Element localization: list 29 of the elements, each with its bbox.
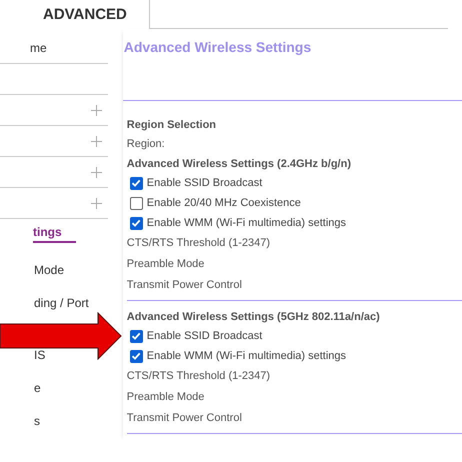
- checkbox-label: Enable SSID Broadcast: [146, 176, 262, 191]
- setting-label: CTS/RTS Threshold (1-2347): [126, 369, 272, 384]
- sidebar-item[interactable]: Mode: [34, 261, 64, 279]
- checkbox[interactable]: [130, 216, 143, 230]
- sidebar-item[interactable]: tings: [33, 223, 76, 243]
- setting-label: Transmit Power Control: [126, 278, 243, 294]
- section-heading: Region Selection: [126, 118, 218, 133]
- checkbox[interactable]: [130, 350, 143, 362]
- setting-label: Preamble Mode: [126, 390, 206, 406]
- checkbox[interactable]: [130, 330, 143, 342]
- arrow-icon: [0, 312, 122, 360]
- checkbox-label: Enable 20/40 MHz Coexistence: [146, 196, 301, 211]
- sidebar-item[interactable]: IS: [34, 346, 46, 364]
- page-title: Advanced Wireless Settings: [122, 29, 462, 101]
- section-heading: Advanced Wireless Settings (5GHz 802.11a/n/ac): [126, 310, 381, 325]
- checkbox[interactable]: [130, 196, 143, 210]
- section-heading: Advanced Wireless Settings (2.4GHz b/g/n): [126, 156, 352, 172]
- checkbox[interactable]: [130, 176, 143, 190]
- sidebar-item[interactable]: s: [34, 412, 40, 430]
- setting-label: CTS/RTS Threshold (1-2347): [126, 236, 272, 252]
- setting-label: Transmit Power Control: [126, 411, 243, 426]
- checkbox-label: Enable SSID Broadcast: [146, 328, 262, 344]
- sidebar-item[interactable]: me: [2, 39, 47, 57]
- sidebar-item[interactable]: ding / Port: [34, 294, 89, 312]
- setting-label: Region:: [126, 137, 166, 152]
- setting-label: Preamble Mode: [126, 257, 206, 272]
- checkbox-label: Enable WMM (Wi-Fi multimedia) settings: [146, 348, 346, 364]
- checkbox-label: Enable WMM (Wi-Fi multimedia) settings: [146, 216, 346, 231]
- sidebar-item[interactable]: e: [34, 379, 41, 397]
